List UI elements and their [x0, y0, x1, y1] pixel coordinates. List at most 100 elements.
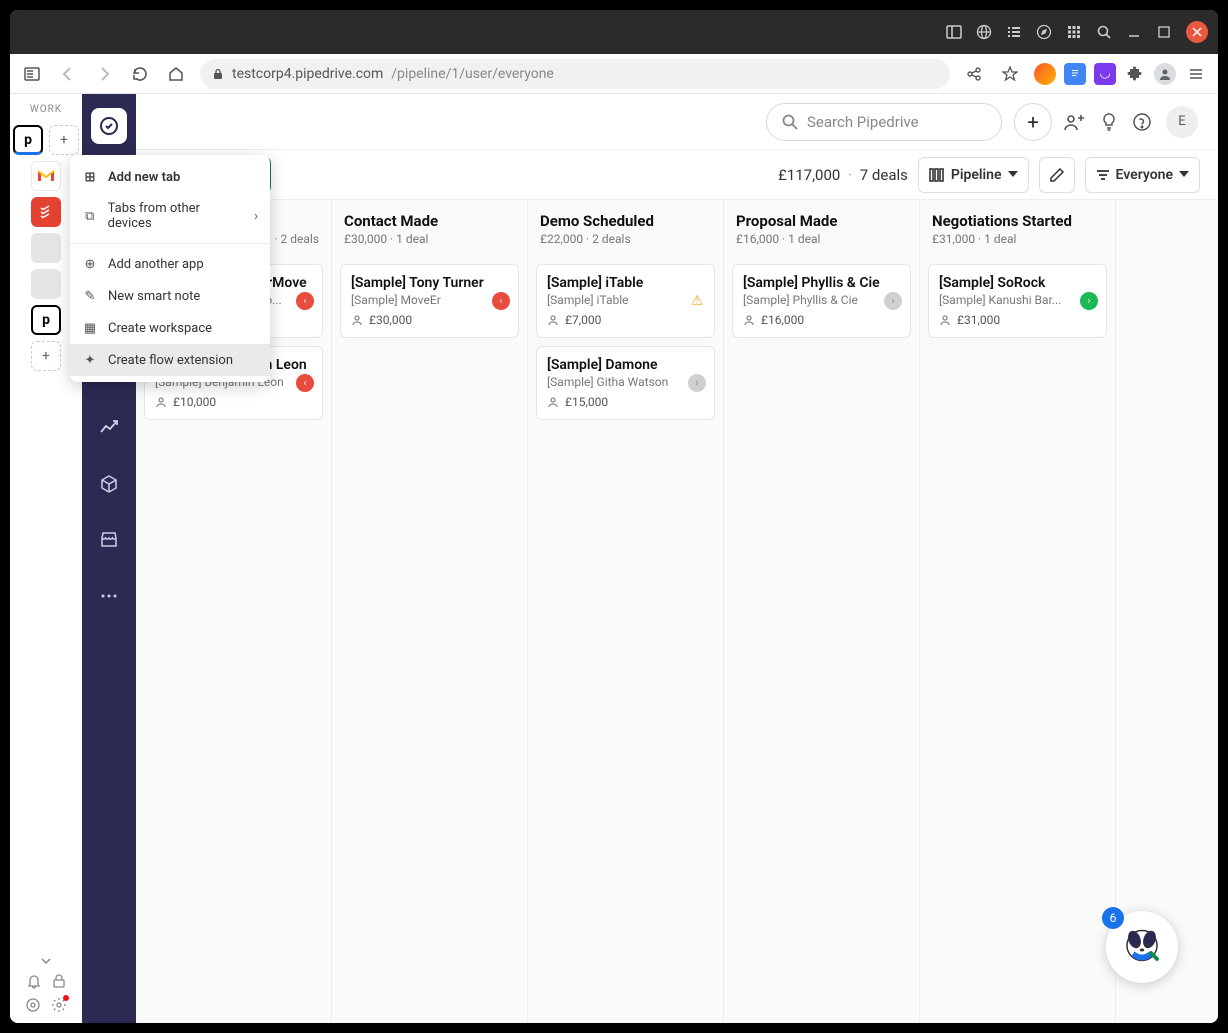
pipeline-board[interactable]: Qualified · 2 deals [Sample] EmpowerMove… [136, 200, 1218, 1023]
filter-icon [1096, 169, 1110, 181]
deal-card[interactable]: [Sample] Damone [Sample] Githa Watson £1… [536, 346, 715, 420]
apps-icon[interactable] [1066, 24, 1082, 40]
share-icon[interactable] [962, 62, 986, 86]
lock-icon[interactable] [52, 973, 66, 989]
search-icon [781, 113, 799, 131]
todoist-app-icon[interactable] [31, 197, 61, 227]
sidebar-toggle-icon[interactable] [20, 62, 44, 86]
app-topbar: Search Pipedrive + E [136, 94, 1218, 150]
pipedrive-app-icon[interactable]: p [31, 305, 61, 335]
deal-org: [Sample] MoveEr [351, 293, 508, 307]
summary-count: 7 deals [860, 166, 908, 184]
nav-insights-icon[interactable] [91, 410, 127, 446]
status-overdue-icon: ‹ [296, 292, 314, 310]
browser-toolbar: testcorp4.pipedrive.com/pipeline/1/user/… [10, 54, 1218, 94]
docs-extension-icon[interactable] [1064, 63, 1086, 85]
lock-icon [212, 68, 224, 80]
reload-button[interactable] [128, 62, 152, 86]
brave-extension-icon[interactable] [1034, 63, 1056, 85]
deal-card[interactable]: [Sample] Tony Turner [Sample] MoveEr £30… [340, 264, 519, 338]
pipeline-icon [929, 168, 945, 182]
grey-app-icon[interactable] [31, 269, 61, 299]
menu-other-devices[interactable]: ⧉Tabs from other devices› [70, 193, 270, 239]
filter-selector[interactable]: Everyone [1085, 157, 1200, 193]
list-icon[interactable] [1006, 24, 1022, 40]
devices-icon: ⧉ [82, 208, 98, 224]
puzzle-icon: ✦ [82, 352, 98, 368]
nav-products-icon[interactable] [91, 466, 127, 502]
pipeline-label: Pipeline [951, 167, 1002, 183]
edit-pipeline-button[interactable] [1039, 157, 1075, 193]
minimize-button[interactable] [1126, 24, 1142, 40]
deal-card[interactable]: [Sample] SoRock [Sample] Kanushi Bar... … [928, 264, 1107, 338]
menu-icon[interactable] [1184, 62, 1208, 86]
help-icon[interactable] [1132, 112, 1152, 132]
search-icon[interactable] [1096, 24, 1112, 40]
pipeline-selector[interactable]: Pipeline [918, 157, 1029, 193]
add-app-icon[interactable]: + [31, 341, 61, 371]
menu-create-flow[interactable]: ✦Create flow extension [70, 344, 270, 376]
compass-icon[interactable] [1036, 24, 1052, 40]
person-icon [351, 314, 363, 326]
column-title: Negotiations Started [932, 212, 1103, 230]
status-none-icon: › [884, 292, 902, 310]
chevron-down-icon [1179, 171, 1189, 178]
pipeline-toolbar: +Deal £117,000 · 7 deals Pipeline [136, 150, 1218, 200]
menu-add-tab[interactable]: ⊞Add new tab [70, 161, 270, 193]
home-button[interactable] [164, 62, 188, 86]
user-avatar[interactable]: E [1166, 106, 1198, 138]
pipeline-column: Negotiations Started £31,000 · 1 deal [S… [920, 200, 1116, 1023]
deal-value: £16,000 [761, 313, 804, 327]
maximize-button[interactable] [1156, 24, 1172, 40]
invite-icon[interactable] [1064, 112, 1086, 132]
grey-app-icon[interactable] [31, 233, 61, 263]
search-input[interactable]: Search Pipedrive [766, 103, 1002, 141]
extensions-icon[interactable] [1124, 63, 1146, 85]
chevron-down-icon[interactable] [40, 957, 52, 965]
add-tab-icon[interactable]: + [49, 125, 79, 155]
deal-value: £31,000 [957, 313, 1000, 327]
nav-more-icon[interactable] [91, 578, 127, 614]
quick-add-button[interactable]: + [1014, 103, 1052, 141]
target-icon[interactable] [25, 997, 41, 1013]
back-button[interactable] [56, 62, 80, 86]
deal-value: £10,000 [173, 395, 216, 409]
menu-smart-note[interactable]: ✎New smart note [70, 280, 270, 312]
url-host: testcorp4.pipedrive.com [232, 66, 383, 82]
extension-row: ◡ [1034, 62, 1208, 86]
summary-total: £117,000 [778, 166, 840, 184]
nav-marketplace-icon[interactable] [91, 522, 127, 558]
assistant-fab[interactable]: 6 [1106, 911, 1178, 983]
close-button[interactable] [1186, 21, 1208, 43]
pipedrive-tab-icon[interactable]: p [13, 125, 43, 155]
deal-card[interactable]: [Sample] iTable [Sample] iTable £7,000 ⚠ [536, 264, 715, 338]
deal-card[interactable]: [Sample] Phyllis & Cie [Sample] Phyllis … [732, 264, 911, 338]
deal-title: [Sample] SoRock [939, 275, 1096, 291]
person-icon [155, 396, 167, 408]
tips-icon[interactable] [1100, 112, 1118, 132]
column-title: Demo Scheduled [540, 212, 711, 230]
deal-org: [Sample] Phyllis & Cie [743, 293, 900, 307]
pencil-icon: ✎ [82, 288, 98, 304]
plus-circle-icon: ⊕ [82, 256, 98, 272]
menu-create-workspace[interactable]: ▦Create workspace [70, 312, 270, 344]
bell-icon[interactable] [26, 973, 42, 989]
menu-add-app[interactable]: ⊕Add another app [70, 248, 270, 280]
nav-deals-icon[interactable] [91, 108, 127, 144]
pipeline-column: Proposal Made £16,000 · 1 deal [Sample] … [724, 200, 920, 1023]
globe-icon[interactable] [976, 24, 992, 40]
profile-avatar-icon[interactable] [1154, 63, 1176, 85]
gmail-app-icon[interactable] [31, 161, 61, 191]
pipeline-column: Contact Made £30,000 · 1 deal [Sample] T… [332, 200, 528, 1023]
status-warning-icon: ⚠ [688, 292, 706, 310]
purple-extension-icon[interactable]: ◡ [1094, 63, 1116, 85]
deal-org: [Sample] iTable [547, 293, 704, 307]
forward-button[interactable] [92, 62, 116, 86]
settings-icon[interactable] [51, 997, 67, 1013]
deal-org: [Sample] Githa Watson [547, 375, 704, 389]
panel-icon[interactable] [946, 24, 962, 40]
column-summary: £16,000 · 1 deal [736, 232, 907, 246]
bookmark-icon[interactable] [998, 62, 1022, 86]
column-summary: £30,000 · 1 deal [344, 232, 515, 246]
url-bar[interactable]: testcorp4.pipedrive.com/pipeline/1/user/… [200, 59, 950, 89]
